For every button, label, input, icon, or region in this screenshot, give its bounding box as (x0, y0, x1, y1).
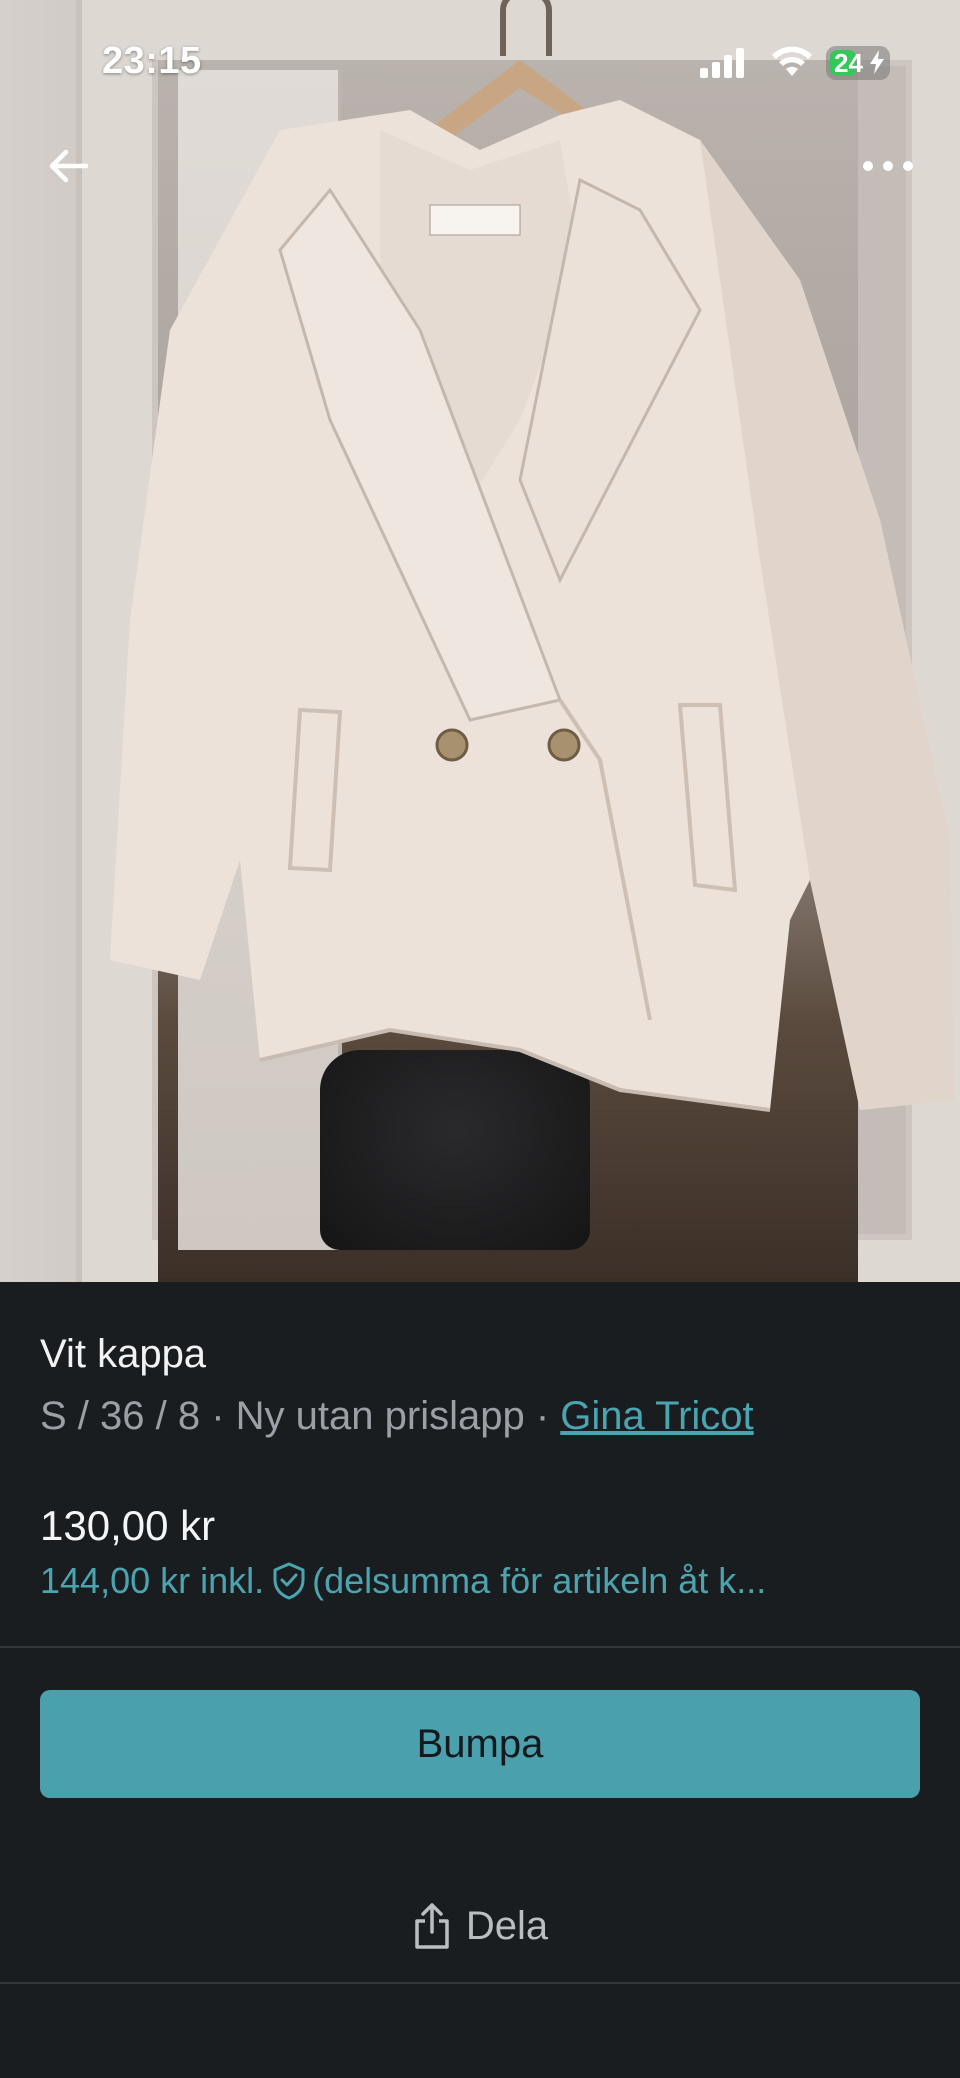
listing-attributes: S / 36 / 8 · Ny utan prislapp · Gina Tri… (40, 1394, 754, 1439)
more-horizontal-icon (863, 161, 913, 171)
price-incl-protection[interactable]: 144,00 kr inkl. (delsumma för artikeln å… (40, 1560, 920, 1602)
battery-level: 24 (834, 48, 863, 78)
bump-button[interactable]: Bumpa (40, 1690, 920, 1798)
bump-button-label: Bumpa (416, 1721, 544, 1766)
share-button-label: Dela (465, 1903, 549, 1948)
arrow-left-icon (49, 149, 88, 183)
product-photo[interactable] (0, 0, 960, 1282)
separator: · (200, 1394, 236, 1438)
price-incl-value: 144,00 kr inkl. (40, 1560, 265, 1601)
divider (0, 1646, 960, 1648)
status-time: 23:15 (102, 40, 202, 82)
more-options-button[interactable] (856, 144, 920, 188)
share-icon (415, 1903, 449, 1949)
bolt-icon (870, 50, 884, 74)
size-text: S / 36 / 8 (40, 1394, 201, 1438)
separator: · (524, 1394, 561, 1438)
listing-details: Vit kappa S / 36 / 8 · Ny utan prislapp … (0, 1282, 960, 2078)
brand-link[interactable]: Gina Tricot (560, 1394, 753, 1438)
battery-icon: 24 (826, 46, 890, 80)
coat-image (110, 60, 955, 1112)
shield-check-icon (273, 1562, 305, 1600)
status-bar: 23:15 24 (0, 0, 960, 120)
listing-title: Vit kappa (40, 1332, 207, 1376)
condition-text: Ny utan prislapp (235, 1394, 525, 1438)
back-button[interactable] (40, 138, 96, 194)
divider (0, 1982, 960, 1984)
price: 130,00 kr (40, 1502, 216, 1549)
price-incl-note: (delsumma för artikeln åt k... (312, 1560, 767, 1601)
signal-icon (700, 48, 744, 78)
share-button[interactable]: Dela (380, 1890, 580, 1962)
wifi-icon (772, 46, 812, 76)
